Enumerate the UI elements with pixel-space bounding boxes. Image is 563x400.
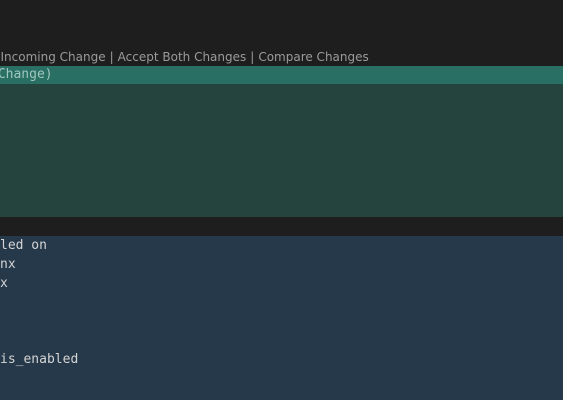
merge-divider: [0, 217, 563, 236]
codelens-separator: |: [109, 50, 114, 64]
incoming-change-header: Change): [0, 66, 563, 84]
merge-conflict-codelens: t Incoming Change | Accept Both Changes …: [0, 48, 369, 66]
incoming-change-body: [0, 84, 563, 217]
code-line-2: nx: [0, 257, 16, 272]
code-line-1: led on: [0, 238, 47, 253]
editor-window: t Incoming Change | Accept Both Changes …: [0, 0, 563, 400]
current-code-area: led on nx x is_enabled: [0, 236, 563, 400]
codelens-separator: |: [250, 50, 255, 64]
accept-incoming-change-action[interactable]: t Incoming Change: [0, 50, 106, 64]
code-line-3: x: [0, 276, 8, 291]
incoming-change-label: Change): [0, 67, 53, 82]
compare-changes-action[interactable]: Compare Changes: [258, 50, 368, 64]
accept-both-changes-action[interactable]: Accept Both Changes: [118, 50, 247, 64]
code-line-6: is_enabled: [0, 352, 79, 367]
editor-top-area: [0, 0, 563, 48]
